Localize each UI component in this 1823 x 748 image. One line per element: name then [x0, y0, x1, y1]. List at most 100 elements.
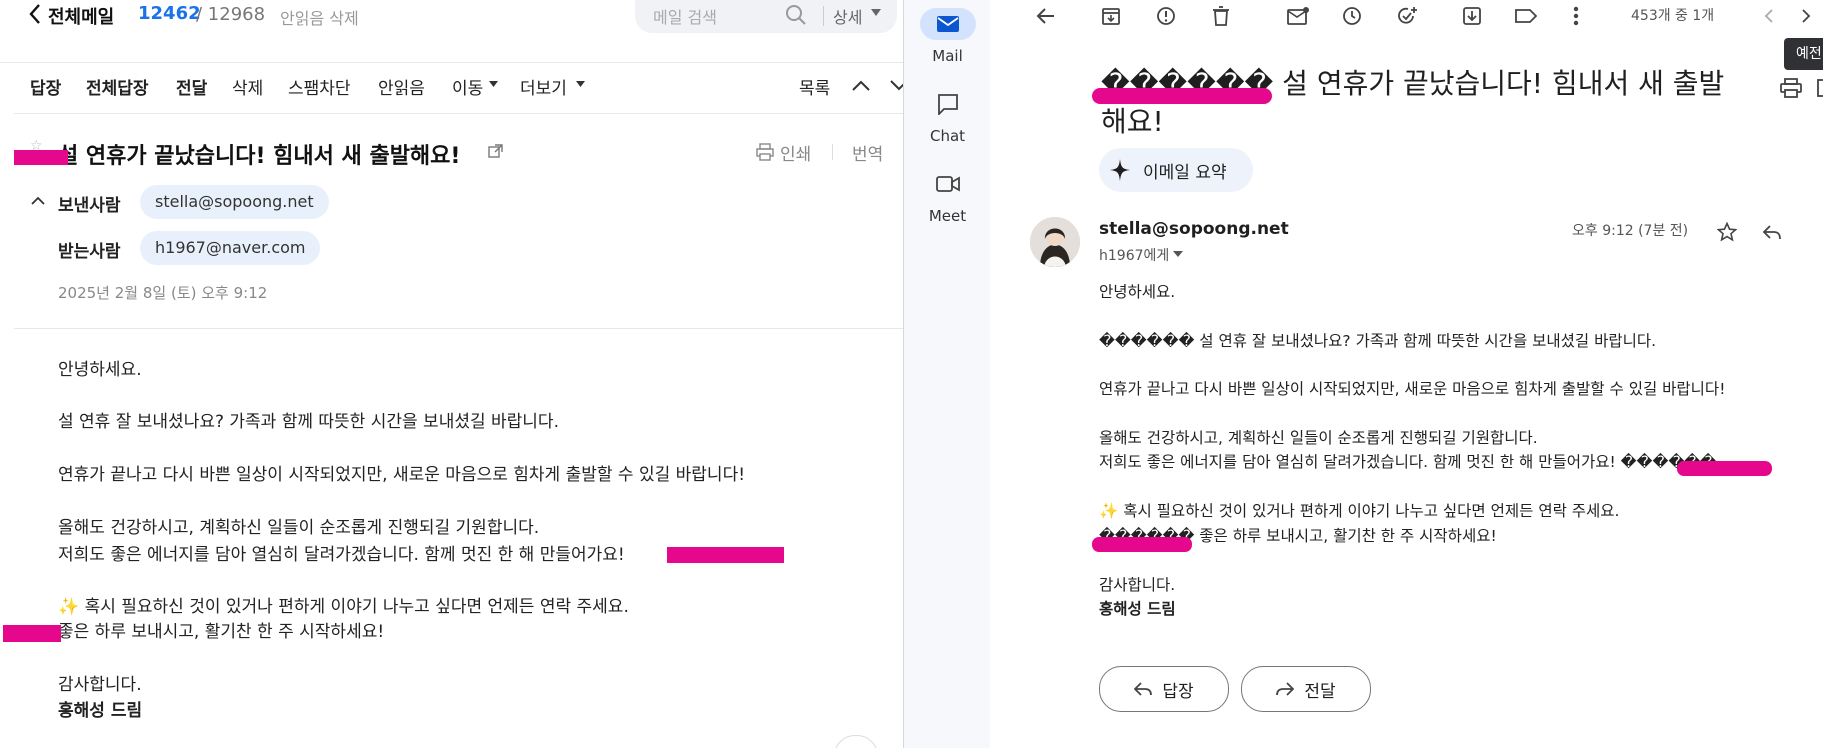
print-icon[interactable] [756, 143, 774, 161]
back-arrow-icon[interactable] [1031, 2, 1059, 30]
open-new-window-icon[interactable] [1812, 74, 1823, 102]
mail-subject: 설 연휴가 끝났습니다! 힘내서 새 출발해요! [58, 144, 461, 169]
body-line: 올해도 건강하시고, 계획하신 일들이 순조롭게 진행되길 기원합니다. [1099, 429, 1538, 447]
mark-unread-button[interactable]: 안읽음 [378, 74, 425, 99]
print-all-icon[interactable] [1777, 74, 1805, 102]
rail-label-mail: Mail [932, 47, 963, 65]
archive-icon[interactable] [1097, 2, 1125, 30]
sender-name[interactable]: stella@sopoong.net [1099, 219, 1289, 239]
rail-item-chat[interactable]: Chat [904, 88, 991, 145]
redaction-mark [1092, 88, 1272, 104]
body-line: 설 연휴 잘 보내셨나요? 가족과 함께 따뜻한 시간을 보내셨길 바랍니다. [58, 412, 559, 432]
reply-all-button[interactable]: 전체답장 [86, 74, 149, 99]
forward-label: 전달 [1304, 681, 1336, 702]
unread-delete-button[interactable]: 안읽음 삭제 [280, 5, 359, 29]
body-signature: 홍해성 드림 [1099, 600, 1176, 618]
page-count: 453개 중 1개 [1631, 8, 1715, 24]
body-line: 저희도 좋은 에너지를 담아 열심히 달려가겠습니다. 함께 멋진 한 해 만들… [58, 545, 625, 565]
translate-button[interactable]: 번역 [852, 140, 883, 165]
body-line: 감사합니다. [58, 675, 142, 695]
body-line: 좋은 하루 보내시고, 활기찬 한 주 시작하세요! [58, 622, 385, 642]
summarize-label: 이메일 요약 [1143, 163, 1227, 183]
unread-count: 12462 [138, 3, 201, 24]
reply-label: 답장 [1162, 681, 1194, 702]
delete-button[interactable]: 삭제 [232, 74, 263, 99]
recipient-label: 받는사람 [58, 242, 121, 262]
redaction-mark [667, 547, 784, 563]
search-input[interactable]: 메일 검색 [653, 4, 717, 28]
summarize-button[interactable]: 이메일 요약 [1099, 148, 1253, 192]
total-count: / 12968 [196, 4, 266, 25]
label-icon[interactable] [1512, 2, 1540, 30]
mailbox-title[interactable]: 전체메일 [48, 3, 114, 29]
details-caret-icon[interactable] [1173, 251, 1183, 258]
reply-arrow-icon [1134, 682, 1153, 696]
body-thanks: 감사합니다. [1099, 576, 1176, 594]
collapse-chevron-icon[interactable] [31, 196, 45, 205]
meet-icon [920, 168, 976, 200]
mail-subject-line2: 해요! [1101, 105, 1164, 138]
sparkle-icon [1109, 158, 1131, 182]
more-button[interactable]: 더보기 [520, 74, 567, 99]
recipient-chip[interactable]: h1967@naver.com [140, 231, 321, 265]
mail-icon [919, 8, 976, 40]
mail-date: 2025년 2월 8일 (토) 오후 9:12 [58, 284, 268, 302]
reply-button[interactable]: 답장 [1099, 666, 1229, 712]
body-line: 연휴가 끝나고 다시 바쁜 일상이 시작되었지만, 새로운 마음으로 힘차게 출… [58, 465, 746, 485]
rail-item-mail[interactable]: Mail [904, 8, 991, 65]
report-spam-icon[interactable] [1152, 2, 1180, 30]
print-button[interactable]: 인쇄 [780, 140, 811, 165]
older-icon[interactable] [1792, 2, 1820, 30]
back-chevron-icon[interactable] [28, 2, 42, 26]
search-icon[interactable] [785, 4, 807, 26]
body-line: 안녕하세요. [58, 360, 142, 380]
more-caret-icon [576, 81, 585, 88]
delete-icon[interactable] [1207, 2, 1235, 30]
move-caret-icon [489, 81, 498, 88]
next-mail-icon[interactable] [890, 80, 903, 91]
more-vert-icon[interactable] [1562, 2, 1590, 30]
sender-chip[interactable]: stella@sopoong.net [140, 185, 329, 219]
subject-text: 설 연휴가 끝났습니다! 힘내서 새 출발 [1273, 67, 1725, 100]
newer-icon[interactable] [1755, 2, 1783, 30]
reply-icon[interactable] [1758, 218, 1786, 246]
rail-label-meet: Meet [928, 207, 967, 225]
reply-button[interactable]: 답장 [30, 74, 61, 99]
open-new-window-icon[interactable] [488, 144, 503, 159]
forward-button[interactable]: 전달 [1241, 666, 1371, 712]
body-line: 연휴가 끝나고 다시 바쁜 일상이 시작되었지만, 새로운 마음으로 힘차게 출… [1099, 380, 1726, 398]
forward-button[interactable]: 전달 [176, 74, 207, 99]
redaction-mark [3, 625, 61, 642]
mark-unread-icon[interactable] [1284, 2, 1312, 30]
body-line: ✨ 혹시 필요하신 것이 있거나 편하게 이야기 나누고 싶다면 언제든 연락 … [1099, 502, 1620, 520]
body-line: ✨ 혹시 필요하신 것이 있거나 편하게 이야기 나누고 싶다면 언제든 연락 … [58, 597, 629, 617]
redaction-mark [14, 150, 68, 165]
list-button[interactable]: 목록 [799, 74, 830, 99]
detail-search-button[interactable]: 상세 [833, 4, 862, 28]
move-to-icon[interactable] [1458, 2, 1486, 30]
scroll-top-button[interactable] [834, 735, 878, 748]
naver-mail-pane: 전체메일 12462 / 12968 안읽음 삭제 메일 검색 상세 답장 전체… [0, 0, 903, 748]
spam-block-button[interactable]: 스팸차단 [288, 74, 351, 99]
chat-icon [920, 88, 976, 120]
gmail-app-rail: Mail Chat Meet [903, 0, 991, 748]
rail-item-meet[interactable]: Meet [904, 168, 991, 225]
recipient-summary: h1967에게 [1099, 248, 1170, 264]
body-line: 저희도 좋은 에너지를 담아 열심히 달려가겠습니다. 함께 멋진 한 해 만들… [1099, 453, 1717, 471]
tooltip: 예전 [1784, 38, 1823, 70]
snooze-icon[interactable] [1338, 2, 1366, 30]
body-line: 올해도 건강하시고, 계획하신 일들이 순조롭게 진행되길 기원합니다. [58, 518, 540, 538]
star-icon[interactable] [1713, 218, 1741, 246]
redaction-mark [1092, 537, 1192, 552]
move-button[interactable]: 이동 [452, 74, 483, 99]
sender-label: 보낸사람 [58, 196, 121, 216]
body-line: ������ 설 연휴 잘 보내셨나요? 가족과 함께 따뜻한 시간을 보내셨길… [1099, 332, 1657, 350]
redaction-mark [1677, 461, 1772, 476]
avatar[interactable] [1030, 217, 1080, 267]
forward-arrow-icon [1276, 682, 1295, 696]
add-task-icon[interactable] [1393, 2, 1421, 30]
gmail-reading-pane: 453개 중 1개 예전 ������ 설 연휴가 끝났습니다! 힘내서 새 출… [990, 0, 1823, 748]
prev-mail-icon[interactable] [852, 80, 870, 91]
search-box[interactable]: 메일 검색 상세 [635, 0, 897, 33]
caret-down-icon [871, 9, 881, 17]
